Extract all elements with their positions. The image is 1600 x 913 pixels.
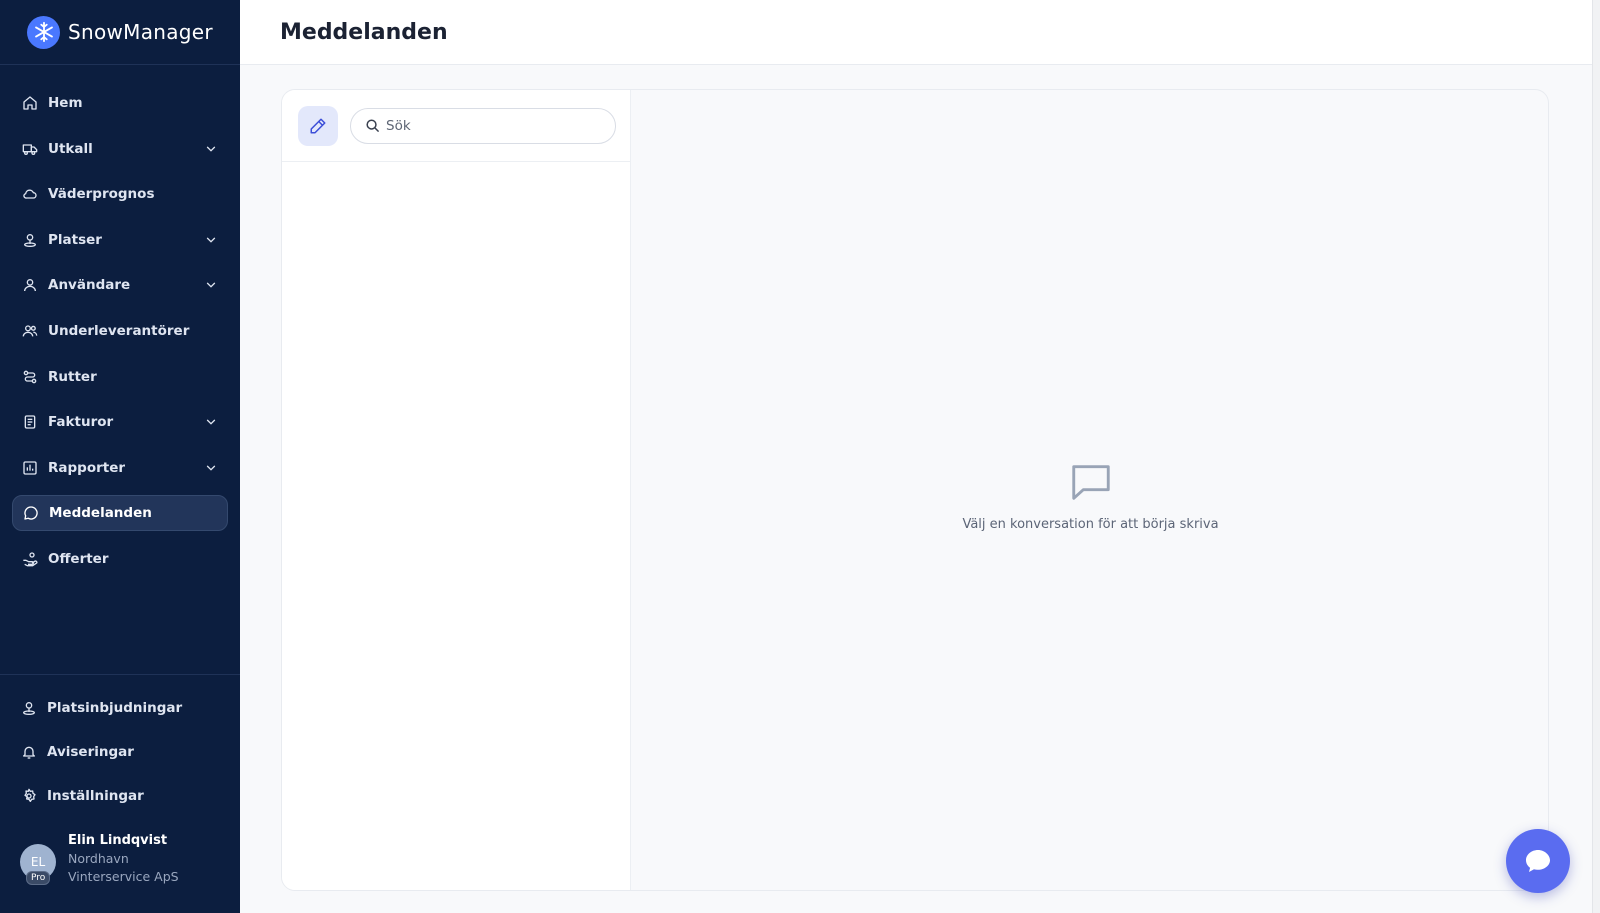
- sidebar-item-label: Aviseringar: [47, 743, 134, 760]
- brand[interactable]: SnowManager: [0, 0, 240, 65]
- users-icon: [22, 325, 38, 337]
- chat-bubble-icon: [1526, 850, 1550, 872]
- invoice-icon: [24, 415, 36, 429]
- messages-panel: Välj en konversation för att börja skriv…: [281, 89, 1549, 891]
- sidebar-item-label: Fakturor: [48, 414, 114, 431]
- route-icon: [23, 370, 37, 383]
- chat-support-button[interactable]: [1506, 829, 1570, 893]
- search-field[interactable]: [350, 107, 616, 144]
- user-icon: [24, 279, 36, 292]
- user-profile[interactable]: EL Pro Elin Lindqvist Nordhavn Vinterser…: [20, 832, 230, 886]
- location-pin-icon: [24, 233, 36, 247]
- sidebar-item-vaderprognos[interactable]: Väderprognos: [12, 176, 228, 212]
- pencil-icon: [310, 118, 326, 133]
- page-title: Meddelanden: [280, 19, 448, 45]
- sidebar-item-label: Underleverantörer: [48, 322, 190, 339]
- sidebar-item-label: Platser: [48, 231, 102, 248]
- sidebar-item-platsinbjudningar[interactable]: Platsinbjudningar: [12, 690, 228, 726]
- sidebar-item-hem[interactable]: Hem: [12, 85, 228, 121]
- user-info: Elin Lindqvist Nordhavn Vinterservice Ap…: [68, 832, 208, 886]
- sidebar-item-platser[interactable]: Platser: [12, 222, 228, 258]
- bar-chart-icon: [23, 461, 37, 475]
- bell-icon: [23, 746, 35, 759]
- sidebar-item-fakturor[interactable]: Fakturor: [12, 404, 228, 440]
- chevron-down-icon[interactable]: [204, 415, 218, 429]
- sidebar-item-label: Användare: [48, 277, 131, 294]
- chevron-down-icon[interactable]: [204, 142, 218, 156]
- sidebar-item-label: Offerter: [48, 550, 109, 567]
- user-company: Nordhavn Vinterservice ApS: [68, 851, 179, 884]
- sidebar-item-label: Hem: [48, 95, 83, 111]
- sidebar-item-offerter[interactable]: Offerter: [12, 541, 228, 577]
- page-header: Meddelanden: [240, 0, 1592, 65]
- sidebar-item-label: Platsinbjudningar: [47, 700, 183, 716]
- sidebar-item-label: Inställningar: [47, 787, 144, 804]
- sidebar-item-rapporter[interactable]: Rapporter: [12, 450, 228, 486]
- sidebar-item-installningar[interactable]: Inställningar: [12, 778, 228, 814]
- snowflake-logo-icon: [27, 15, 60, 49]
- conversation-list: [282, 90, 631, 890]
- plan-badge: Pro: [26, 871, 51, 885]
- sidebar-item-aviseringar[interactable]: Aviseringar: [12, 734, 228, 770]
- search-icon: [366, 119, 379, 132]
- search-input[interactable]: [386, 117, 596, 134]
- location-pin-icon: [23, 702, 35, 715]
- chevron-down-icon[interactable]: [204, 278, 218, 292]
- page-scrollbar[interactable]: [1592, 0, 1600, 913]
- sidebar-item-label: Rutter: [48, 368, 97, 385]
- avatar-initials: EL: [30, 855, 46, 869]
- sidebar-item-meddelanden[interactable]: Meddelanden: [12, 495, 228, 532]
- sidebar-item-utkall[interactable]: Utkall: [12, 131, 228, 167]
- sidebar-item-underleverantorer[interactable]: Underleverantörer: [12, 313, 228, 349]
- sidebar-divider: [0, 674, 240, 675]
- hand-offer-icon: [23, 552, 38, 567]
- chevron-down-icon[interactable]: [204, 233, 218, 247]
- empty-state: Välj en konversation för att börja skriv…: [631, 90, 1548, 890]
- empty-state-text: Välj en konversation för att börja skriv…: [962, 516, 1219, 532]
- sidebar-item-label: Rapporter: [48, 459, 126, 476]
- conversation-toolbar: [282, 90, 630, 162]
- chat-bubble-icon: [24, 506, 38, 521]
- chevron-down-icon[interactable]: [204, 461, 218, 475]
- sidebar-item-label: Utkall: [48, 140, 93, 157]
- truck-icon: [22, 143, 38, 155]
- sidebar-item-label: Väderprognos: [48, 186, 155, 203]
- home-icon: [23, 96, 37, 110]
- sidebar-item-label: Meddelanden: [49, 505, 152, 522]
- secondary-nav: Platsinbjudningar Aviseringar Inställnin…: [12, 690, 228, 821]
- cloud-icon: [23, 189, 37, 199]
- gear-icon: [24, 788, 36, 802]
- avatar[interactable]: EL Pro: [20, 844, 56, 885]
- brand-name: SnowManager: [68, 20, 213, 44]
- message-square-icon: [1071, 464, 1110, 500]
- new-message-button[interactable]: [298, 105, 338, 146]
- sidebar-item-rutter[interactable]: Rutter: [12, 359, 228, 395]
- user-name: Elin Lindqvist: [68, 833, 168, 848]
- main-nav: Hem Utkall Väderprognos Platser Användar…: [12, 85, 228, 587]
- sidebar: SnowManager Hem Utkall Väderprognos Plat…: [0, 0, 240, 913]
- sidebar-item-anvandare[interactable]: Användare: [12, 267, 228, 303]
